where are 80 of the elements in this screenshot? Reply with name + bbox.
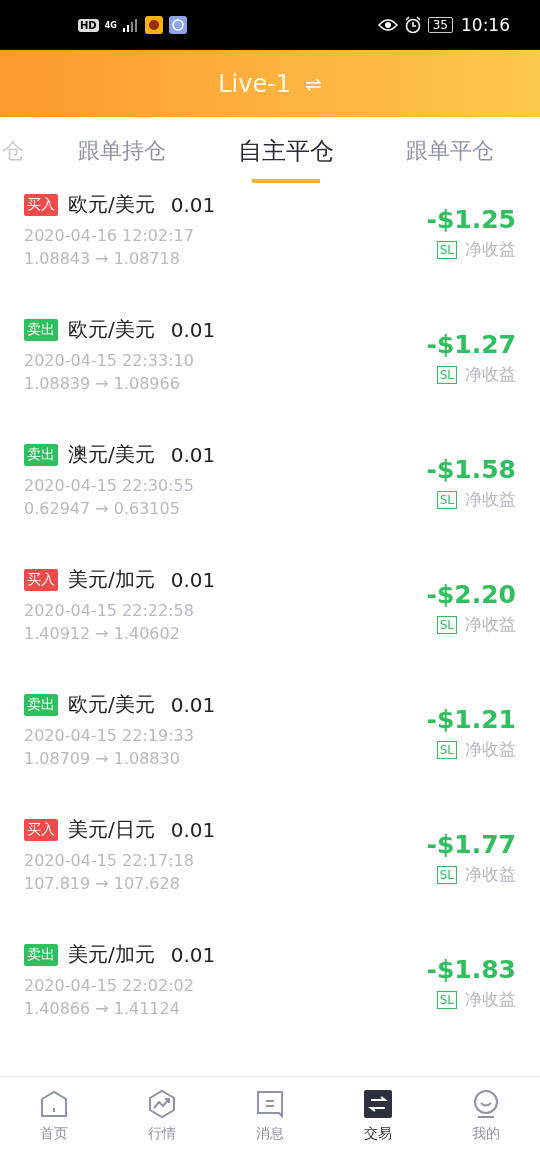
trade-time: 2020-04-16 12:02:17 [24,225,195,247]
price-change: 107.819 → 107.628 [24,873,181,895]
tab[interactable]: 自主平仓 [204,117,368,185]
trade-time: 2020-04-15 22:02:02 [24,975,195,997]
app-icon [144,16,163,34]
currency-pair: 美元/日元 [68,816,155,843]
network-badge: HD [78,18,99,32]
profit-label: 净收益 [465,863,516,886]
profit-amount: -$1.83 [426,955,516,984]
profit-amount: -$2.20 [426,580,516,609]
chart-icon [147,1089,177,1119]
account-title: Live-1 [218,69,292,98]
trade-time: 2020-04-15 22:30:55 [24,475,195,497]
side-tag: 卖出 [24,318,58,341]
profit-label: 净收益 [465,613,516,636]
currency-pair: 欧元/美元 [68,691,155,718]
sl-badge: SL [436,740,457,759]
currency-pair: 欧元/美元 [68,316,155,343]
sl-badge: SL [436,365,457,384]
lot-size: 0.01 [170,317,216,342]
profit-label: 净收益 [465,238,516,261]
lot-size: 0.01 [170,942,216,967]
currency-pair: 澳元/美元 [68,441,155,468]
trade-time: 2020-04-15 22:33:10 [24,350,195,372]
price-change: 1.08839 → 1.08966 [24,373,181,395]
lot-size: 0.01 [170,567,216,592]
price-change: 1.40866 → 1.41124 [24,998,181,1020]
lot-size: 0.01 [170,817,216,842]
profit-label: 净收益 [465,363,516,386]
home-icon [39,1089,69,1119]
tab[interactable]: 跟单持仓 [40,117,204,185]
lot-size: 0.01 [170,442,216,467]
price-change: 1.08843 → 1.08718 [24,248,181,270]
message-icon [255,1089,285,1119]
smiley-icon [471,1089,501,1119]
currency-pair: 欧元/美元 [68,191,155,218]
side-tag: 卖出 [24,693,58,716]
profit-label: 净收益 [465,988,516,1011]
sl-badge: SL [436,865,457,884]
sl-badge: SL [436,240,457,259]
profit-amount: -$1.77 [426,830,516,859]
clock-time: 10:16 [461,15,510,35]
nav-item[interactable]: 消息 [230,1089,310,1143]
signal-icon [122,18,139,32]
lot-size: 0.01 [170,692,216,717]
music-app-icon [168,16,187,34]
tab[interactable]: 跟单平仓 [368,117,532,185]
side-tag: 卖出 [24,443,58,466]
profit-amount: -$1.21 [426,705,516,734]
profit-label: 净收益 [465,488,516,511]
profit-label: 净收益 [465,738,516,761]
side-tag: 买入 [24,193,58,216]
side-tag: 买入 [24,818,58,841]
profit-amount: -$1.27 [426,330,516,359]
price-change: 1.40912 → 1.40602 [24,623,181,645]
lot-size: 0.01 [170,192,216,217]
sl-badge: SL [436,990,457,1009]
battery-indicator: 35 [427,17,453,33]
side-tag: 卖出 [24,943,58,966]
sl-badge: SL [436,490,457,509]
nav-item[interactable]: 我的 [446,1089,526,1143]
currency-pair: 美元/加元 [68,566,155,593]
network-type: 4G [104,20,117,30]
currency-pair: 美元/加元 [68,941,155,968]
nav-item[interactable]: 交易 [338,1089,418,1143]
nav-item[interactable]: 首页 [14,1089,94,1143]
sl-badge: SL [436,615,457,634]
price-change: 1.08709 → 1.08830 [24,748,181,770]
profit-amount: -$1.25 [426,205,516,234]
trade-time: 2020-04-15 22:17:18 [24,850,195,872]
nav-item[interactable]: 行情 [122,1089,202,1143]
eye-icon [377,18,398,32]
trade-time: 2020-04-15 22:19:33 [24,725,195,747]
alarm-icon [403,16,422,34]
price-change: 0.62947 → 0.63105 [24,498,181,520]
switch-account-button[interactable]: ⇌ [305,71,322,96]
trade-time: 2020-04-15 22:22:58 [24,600,195,622]
swap-icon [363,1089,393,1119]
side-tag: 买入 [24,568,58,591]
profit-amount: -$1.58 [426,455,516,484]
